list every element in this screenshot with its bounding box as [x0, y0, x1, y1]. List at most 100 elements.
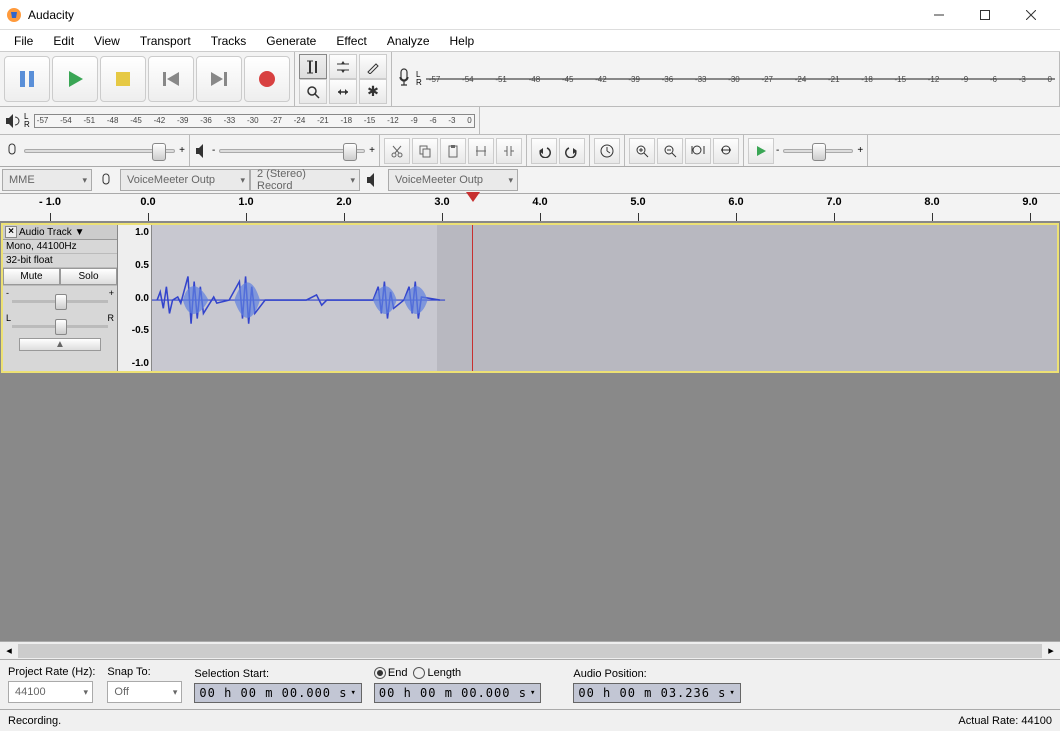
stop-button[interactable] — [100, 56, 146, 102]
audio-position-time[interactable]: 00 h 00 m 03.236 s — [573, 683, 740, 703]
playback-volume-slider[interactable] — [219, 149, 365, 153]
recording-meter[interactable]: -57-54-51-48-45-42-39-36-33-30-27-24-21-… — [426, 78, 1055, 80]
recording-meter-toolbar: LR -57-54-51-48-45-42-39-36-33-30-27-24-… — [392, 52, 1060, 106]
waveform-display[interactable] — [152, 225, 1057, 371]
multi-tool[interactable]: ✱ — [359, 79, 387, 104]
menu-effect[interactable]: Effect — [326, 31, 376, 51]
track-name-menu[interactable]: Audio Track ▼ — [17, 227, 115, 238]
project-rate-label: Project Rate (Hz): — [8, 666, 95, 678]
snap-to-label: Snap To: — [107, 666, 182, 678]
scroll-left-button[interactable]: ◂ — [0, 644, 18, 657]
audio-track[interactable]: × Audio Track ▼ Mono, 44100Hz 32-bit flo… — [1, 223, 1059, 373]
timeline-mark: 6.0 — [728, 196, 743, 208]
play-cursor-icon — [466, 192, 480, 202]
envelope-tool[interactable] — [329, 54, 357, 79]
play-button[interactable] — [52, 56, 98, 102]
record-button[interactable] — [244, 56, 290, 102]
track-close-button[interactable]: × — [5, 226, 17, 238]
play-at-speed-button[interactable] — [748, 138, 774, 164]
skip-end-button[interactable] — [196, 56, 242, 102]
pause-button[interactable] — [4, 56, 50, 102]
menu-view[interactable]: View — [84, 31, 130, 51]
selection-toolbar: Project Rate (Hz): 44100 Snap To: Off Se… — [0, 659, 1060, 709]
mic-icon — [96, 171, 116, 189]
zoom-out-button[interactable] — [657, 138, 683, 164]
playback-speed-slider[interactable] — [783, 149, 853, 153]
window-title: Audacity — [28, 8, 916, 22]
timeline-mark: 3.0 — [434, 196, 449, 208]
copy-button[interactable] — [412, 138, 438, 164]
timeshift-tool[interactable] — [329, 79, 357, 104]
minimize-button[interactable] — [916, 0, 962, 30]
timeline-mark: 8.0 — [924, 196, 939, 208]
mixer-toolbar-rec: + — [0, 135, 190, 166]
length-radio[interactable]: Length — [413, 667, 461, 679]
cut-button[interactable] — [384, 138, 410, 164]
zoom-toolbar — [625, 135, 744, 166]
sync-toolbar — [590, 135, 625, 166]
draw-tool[interactable] — [359, 54, 387, 79]
close-button[interactable] — [1008, 0, 1054, 30]
speaker-icon — [194, 142, 210, 160]
undo-button[interactable] — [531, 138, 557, 164]
menu-file[interactable]: File — [4, 31, 43, 51]
selection-end-time[interactable]: 00 h 00 m 00.000 s — [374, 683, 541, 703]
track-gain-slider[interactable]: -+ — [3, 286, 117, 311]
track-pan-slider[interactable]: LR — [3, 311, 117, 336]
menu-help[interactable]: Help — [440, 31, 485, 51]
silence-button[interactable] — [496, 138, 522, 164]
scroll-right-button[interactable]: ▸ — [1042, 644, 1060, 657]
menu-analyze[interactable]: Analyze — [377, 31, 440, 51]
sync-lock-button[interactable] — [594, 138, 620, 164]
audio-host-combo[interactable]: MME — [2, 169, 92, 191]
menu-generate[interactable]: Generate — [256, 31, 326, 51]
recording-device-combo[interactable]: VoiceMeeter Outp — [120, 169, 250, 191]
horizontal-scrollbar[interactable]: ◂ ▸ — [0, 641, 1060, 659]
svg-text:✱: ✱ — [367, 85, 379, 99]
tools-toolbar: ✱ — [295, 52, 392, 106]
solo-button[interactable]: Solo — [60, 268, 117, 285]
redo-button[interactable] — [559, 138, 585, 164]
trim-button[interactable] — [468, 138, 494, 164]
recording-volume-slider[interactable] — [24, 149, 175, 153]
project-rate-combo[interactable]: 44100 — [8, 681, 93, 703]
fit-project-button[interactable] — [713, 138, 739, 164]
transport-toolbar — [0, 52, 295, 106]
maximize-button[interactable] — [962, 0, 1008, 30]
timeline-mark: 5.0 — [630, 196, 645, 208]
end-radio[interactable]: End — [374, 667, 408, 679]
speaker-icon — [364, 171, 384, 189]
mute-button[interactable]: Mute — [3, 268, 60, 285]
playback-device-combo[interactable]: VoiceMeeter Outp — [388, 169, 518, 191]
timeline-mark: 9.0 — [1022, 196, 1037, 208]
mic-icon — [396, 65, 412, 93]
app-icon — [6, 7, 22, 23]
timeline-ruler[interactable]: - 1.00.01.02.03.04.05.06.07.08.09.0 — [0, 194, 1060, 222]
recording-channels-combo[interactable]: 2 (Stereo) Record — [250, 169, 360, 191]
playback-meter[interactable]: -57-54-51-48-45-42-39-36-33-30-27-24-21-… — [34, 114, 475, 128]
timeline-mark: 2.0 — [336, 196, 351, 208]
edit-toolbar — [380, 135, 527, 166]
timeline-mark: 0.0 — [140, 196, 155, 208]
selection-start-time[interactable]: 00 h 00 m 00.000 s — [194, 683, 361, 703]
snap-to-combo[interactable]: Off — [107, 681, 182, 703]
status-message: Recording. — [8, 715, 958, 727]
menu-tracks[interactable]: Tracks — [201, 31, 257, 51]
zoom-tool[interactable] — [299, 79, 327, 104]
track-collapse-button[interactable]: ▲ — [19, 338, 101, 351]
timeline-mark: - 1.0 — [39, 196, 61, 208]
device-toolbar: MME VoiceMeeter Outp 2 (Stereo) Record V… — [0, 167, 1060, 194]
playback-meter-toolbar: LR -57-54-51-48-45-42-39-36-33-30-27-24-… — [0, 107, 480, 134]
track-sample-label: 32-bit float — [3, 254, 117, 268]
fit-selection-button[interactable] — [685, 138, 711, 164]
paste-button[interactable] — [440, 138, 466, 164]
menubar: File Edit View Transport Tracks Generate… — [0, 30, 1060, 52]
skip-start-button[interactable] — [148, 56, 194, 102]
menu-transport[interactable]: Transport — [130, 31, 201, 51]
selection-tool[interactable] — [299, 54, 327, 79]
menu-edit[interactable]: Edit — [43, 31, 84, 51]
timeline-mark: 7.0 — [826, 196, 841, 208]
zoom-in-button[interactable] — [629, 138, 655, 164]
transcription-toolbar: - + — [744, 135, 868, 166]
tracks-area: × Audio Track ▼ Mono, 44100Hz 32-bit flo… — [0, 222, 1060, 641]
